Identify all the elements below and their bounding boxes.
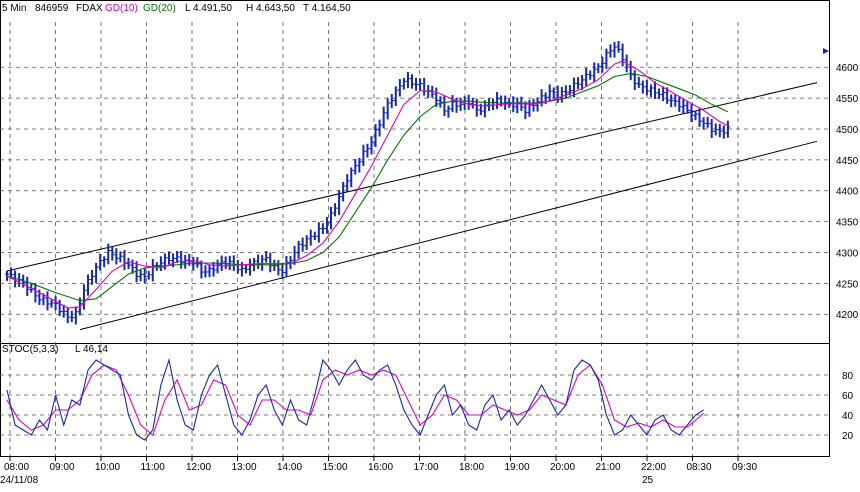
stoch-tick-label: 20 [842,431,854,442]
symbol-label: FDAX [76,3,103,14]
price-tick-label: 4400 [836,187,859,198]
x-tick-label: 16:00 [368,462,393,473]
price-tick-label: 4250 [836,279,859,290]
date-label-next: 25 [642,475,654,486]
x-tick-label: 17:00 [414,462,439,473]
x-tick-label: 09:30 [732,462,757,473]
high-value: H 4.643,50 [246,3,295,14]
x-tick-label: 14:00 [277,462,302,473]
x-tick-label: 19:00 [505,462,530,473]
price-tick-label: 4600 [836,63,859,74]
interval-label: 5 Min [2,3,26,14]
price-tick-label: 4300 [836,248,859,259]
grid [0,22,830,456]
price-tick-label: 4350 [836,218,859,229]
gd20-legend: GD(20) [143,3,176,14]
stoch-tick-label: 60 [842,391,854,402]
stoch-tick-label: 40 [842,411,854,422]
x-tick-label: 10:00 [95,462,120,473]
x-tick-label: 21:00 [596,462,621,473]
price-bars [5,40,730,325]
date-label-start: 24/11/08 [0,475,39,486]
gd10-legend: GD(10) [105,3,138,14]
current-price-marker [823,48,829,54]
stoch-legend: STOC(5,3,3) [2,344,59,355]
x-tick-label: 13:00 [232,462,257,473]
x-tick-label: 20:00 [550,462,575,473]
code-label: 846959 [35,3,69,14]
low2-value: T 4.164,50 [303,3,351,14]
x-tick-label: 08:30 [687,462,712,473]
stoch-tick-label: 80 [842,371,854,382]
price-tick-label: 4450 [836,156,859,167]
stochastic-lines [6,357,704,441]
x-tick-label: 15:00 [323,462,348,473]
x-tick-label: 08:00 [4,462,29,473]
price-tick-label: 4550 [836,94,859,105]
stoch-value: L 46,14 [75,344,108,355]
low-value: L 4.491,50 [185,3,232,14]
x-tick-label: 18:00 [459,462,484,473]
x-tick-label: 22:00 [641,462,666,473]
fdax-chart: 08:00 09:00 10:00 11:00 12:00 13:00 14:00 15:00… [0,0,860,487]
stoch-d-line [6,364,704,436]
trend-line [6,82,818,272]
price-tick-label: 4200 [836,310,859,321]
price-tick-label: 4500 [836,125,859,136]
trend-line [79,140,818,331]
x-tick-label: 11:00 [141,462,166,473]
chart-canvas: 08:00 09:00 10:00 11:00 12:00 13:00 14:00 15:00… [0,0,859,486]
x-tick-label: 09:00 [50,462,75,473]
x-tick-label: 12:00 [186,462,211,473]
